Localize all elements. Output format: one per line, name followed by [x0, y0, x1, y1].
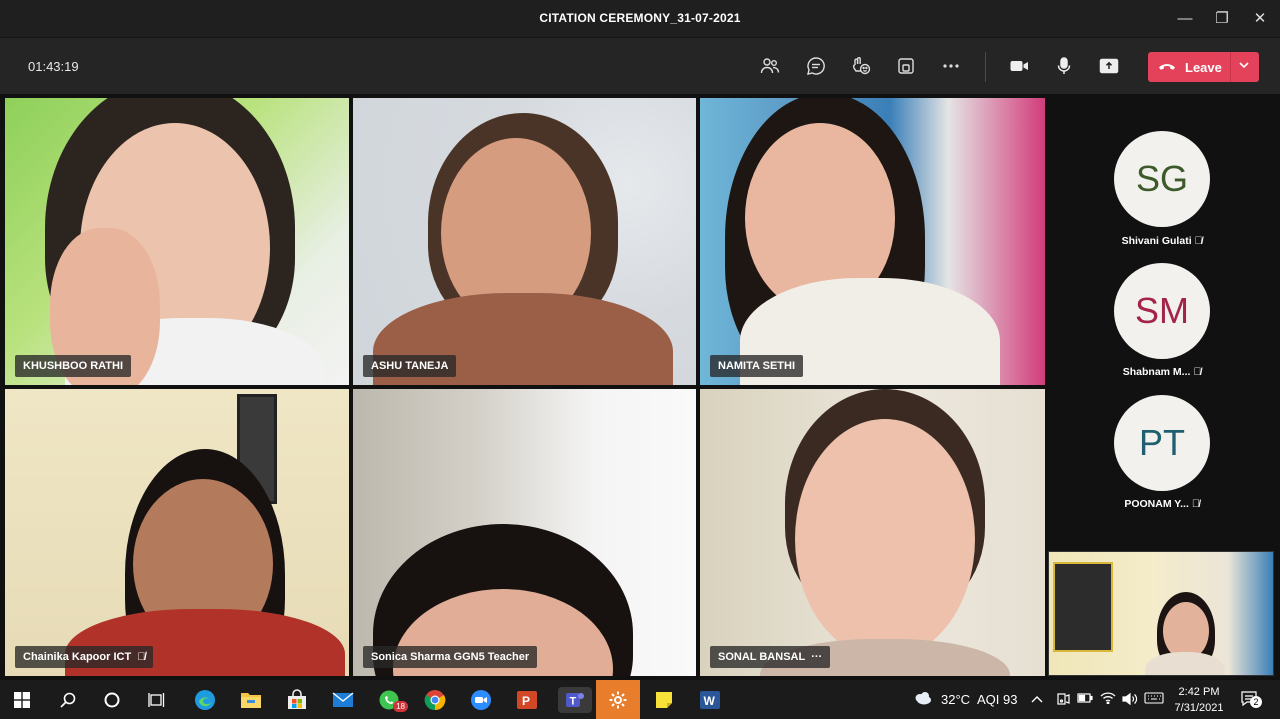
cortana-icon[interactable]: [99, 687, 125, 713]
close-button[interactable]: ✕: [1249, 8, 1271, 30]
avatar-initials: SM: [1135, 290, 1189, 331]
window-title: CITATION CEREMONY_31-07-2021: [539, 11, 741, 25]
leave-button[interactable]: Leave: [1148, 52, 1259, 82]
participant-body: [1145, 652, 1225, 675]
word-icon[interactable]: W: [697, 687, 723, 713]
mic-muted-icon: 🎙̸: [1193, 366, 1202, 378]
reactions-icon[interactable]: [848, 53, 874, 79]
self-video-preview[interactable]: [1048, 551, 1274, 676]
weather-temperature[interactable]: 32°C: [941, 692, 970, 707]
participants-icon[interactable]: [757, 53, 783, 79]
camera-icon[interactable]: [1006, 53, 1032, 79]
video-tile-chainika-kapoor[interactable]: Chainika Kapoor ICT 🎙̸: [5, 389, 349, 676]
leave-divider: [1230, 52, 1231, 82]
participant-name: Chainika Kapoor ICT: [23, 651, 132, 663]
chevron-down-icon[interactable]: [1237, 58, 1251, 75]
svg-text:T: T: [570, 696, 577, 708]
volume-icon[interactable]: [1122, 692, 1138, 709]
air-quality[interactable]: AQI 93: [977, 692, 1017, 707]
participant-name: NAMITA SETHI: [718, 360, 795, 372]
mic-muted-icon: 🎙̸: [1191, 498, 1200, 510]
microsoft-store-icon[interactable]: [284, 687, 310, 713]
chrome-icon[interactable]: [422, 687, 448, 713]
battery-icon[interactable]: [1077, 692, 1093, 707]
windows-taskbar: 18 P T W 32°C AQI 93 2:42 PM 7/31/2021 2: [0, 680, 1280, 719]
notifications-count: 2: [1250, 696, 1262, 708]
avatar-initials: PT: [1138, 422, 1185, 463]
minimize-button[interactable]: —: [1174, 8, 1196, 30]
avatar-poonam[interactable]: PT: [1114, 395, 1210, 491]
more-options-icon[interactable]: ···: [811, 646, 822, 668]
windows-start-icon[interactable]: [9, 687, 35, 713]
participant-nametag: Sonica Sharma GGN5 Teacher: [363, 646, 538, 668]
mic-muted-icon: 🎙̸: [1194, 235, 1203, 247]
video-tile-sonica-sharma[interactable]: Sonica Sharma GGN5 Teacher: [353, 389, 696, 676]
participant-nametag: Chainika Kapoor ICT 🎙̸: [15, 646, 154, 668]
notification-badge: 18: [393, 701, 408, 712]
title-bar: CITATION CEREMONY_31-07-2021 — ❐ ✕: [0, 0, 1280, 37]
meeting-toolbar: 01:43:19 Leave: [0, 37, 1280, 94]
participant-name-poonam: POONAM Y... 🎙̸: [1100, 498, 1224, 510]
participant-name: Shivani Gulati: [1121, 235, 1192, 247]
zoom-icon[interactable]: [468, 687, 494, 713]
avatar-shabnam[interactable]: SM: [1114, 263, 1210, 359]
participant-name: SONAL BANSAL: [718, 651, 806, 663]
avatar-initials: SG: [1135, 158, 1188, 199]
whatsapp-icon[interactable]: 18: [376, 687, 408, 713]
keyboard-icon[interactable]: [1144, 692, 1164, 707]
edge-browser-icon[interactable]: [192, 687, 218, 713]
video-tile-namita-sethi[interactable]: NAMITA SETHI: [700, 98, 1045, 385]
hang-up-icon: [1158, 60, 1176, 77]
toolbar-divider: [985, 52, 986, 82]
participant-name: Shabnam M...: [1122, 366, 1191, 378]
notifications-icon[interactable]: 2: [1240, 690, 1262, 711]
chat-icon[interactable]: [803, 53, 829, 79]
meet-now-icon[interactable]: [1056, 692, 1070, 709]
more-options-icon[interactable]: [938, 53, 964, 79]
powerpoint-icon[interactable]: P: [514, 687, 540, 713]
settings-gear-icon[interactable]: [596, 680, 640, 719]
wifi-icon[interactable]: [1100, 692, 1116, 707]
clock-date: 7/31/2021: [1174, 702, 1224, 714]
participant-name: POONAM Y...: [1124, 498, 1189, 510]
microphone-icon[interactable]: [1051, 53, 1077, 79]
notice-board: [1053, 562, 1113, 652]
participant-name-shivani: Shivani Gulati 🎙̸: [1100, 235, 1224, 247]
sticky-notes-icon[interactable]: [651, 687, 677, 713]
clock-time: 2:42 PM: [1178, 686, 1220, 698]
mic-muted-icon: 🎙̸: [137, 651, 146, 663]
teams-icon[interactable]: T: [558, 687, 592, 713]
restore-button[interactable]: ❐: [1211, 8, 1233, 30]
participant-nametag: KHUSHBOO RATHI: [15, 355, 132, 377]
participant-name: Sonica Sharma GGN5 Teacher: [371, 651, 530, 663]
participant-name: ASHU TANEJA: [371, 360, 449, 372]
meeting-timer: 01:43:19: [28, 59, 79, 74]
participant-nametag: NAMITA SETHI: [710, 355, 803, 377]
participant-face: [795, 419, 975, 659]
svg-text:P: P: [522, 694, 530, 708]
leave-label: Leave: [1185, 60, 1222, 75]
svg-text:W: W: [704, 694, 716, 708]
participant-nametag: ASHU TANEJA: [363, 355, 457, 377]
share-screen-icon[interactable]: [1096, 53, 1122, 79]
mail-icon[interactable]: [330, 687, 356, 713]
system-clock[interactable]: 2:42 PM 7/31/2021: [1168, 684, 1230, 716]
participant-name-shabnam: Shabnam M... 🎙̸: [1100, 366, 1224, 378]
task-view-icon[interactable]: [144, 687, 170, 713]
participant-name: KHUSHBOO RATHI: [23, 360, 124, 372]
avatar-shivani-gulati[interactable]: SG: [1114, 131, 1210, 227]
video-tile-khushboo-rathi[interactable]: KHUSHBOO RATHI: [5, 98, 349, 385]
file-explorer-icon[interactable]: [238, 687, 264, 713]
search-icon[interactable]: [55, 687, 81, 713]
video-tile-ashu-taneja[interactable]: ASHU TANEJA: [353, 98, 696, 385]
weather-icon[interactable]: [913, 690, 933, 709]
chevron-up-icon[interactable]: [1031, 692, 1043, 707]
video-tile-sonal-bansal[interactable]: SONAL BANSAL ···: [700, 389, 1045, 676]
participant-nametag: SONAL BANSAL ···: [710, 646, 831, 668]
rooms-icon[interactable]: [893, 53, 919, 79]
